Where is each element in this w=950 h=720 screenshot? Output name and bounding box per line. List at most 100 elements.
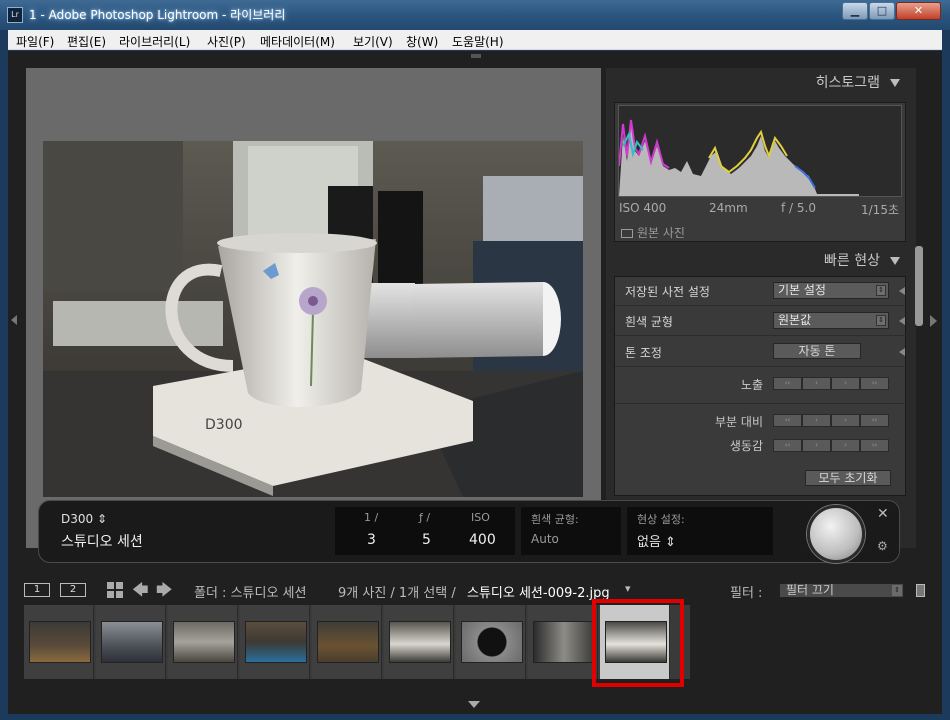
original-photo-toggle[interactable]: 원본 사진 bbox=[621, 224, 685, 241]
clarity-up-large[interactable]: ›› bbox=[860, 414, 889, 427]
clarity-down-small[interactable]: ‹ bbox=[802, 414, 831, 427]
right-panel-scrollbar[interactable] bbox=[915, 246, 923, 326]
filmstrip-thumbnail[interactable] bbox=[168, 605, 238, 679]
menu-library[interactable]: 라이브러리(L) bbox=[119, 33, 190, 50]
filmstrip-thumbnail[interactable] bbox=[528, 605, 598, 679]
checkbox-icon[interactable] bbox=[621, 229, 633, 238]
grid-view-icon[interactable] bbox=[107, 582, 123, 598]
saved-preset-label: 저장된 사전 설정 bbox=[625, 285, 710, 299]
histogram-header[interactable]: 히스토그램 bbox=[606, 68, 906, 98]
tethered-capture-hud: D300 ⇕ 스튜디오 세션 1 / 3 ƒ / 5 ISO 400 흰색 균형… bbox=[38, 500, 900, 563]
maximize-button[interactable]: □ bbox=[869, 2, 895, 20]
filmstrip-thumbnail[interactable] bbox=[384, 605, 454, 679]
filmstrip-thumbnail[interactable] bbox=[96, 605, 166, 679]
minimize-icon: ▁ bbox=[850, 4, 860, 17]
filename-dropdown-icon[interactable]: ▾ bbox=[625, 582, 631, 595]
gear-icon[interactable]: ⚙ bbox=[877, 539, 888, 553]
vibrance-up-small[interactable]: › bbox=[831, 439, 860, 452]
tone-control-row: 톤 조정 자동 톤 bbox=[615, 338, 907, 367]
main-photo-image: D300 bbox=[43, 141, 583, 497]
vibrance-down-large[interactable]: ‹‹ bbox=[773, 439, 802, 452]
hud-dev-label: 현상 설정: bbox=[637, 513, 685, 526]
white-balance-label: 흰색 균형 bbox=[625, 315, 673, 329]
menu-window[interactable]: 창(W) bbox=[406, 33, 438, 50]
arrow-left-icon[interactable]: 🡄 bbox=[132, 579, 149, 606]
close-icon[interactable]: ✕ bbox=[877, 506, 889, 522]
develop-settings-select[interactable]: 없음 ⇕ bbox=[637, 531, 676, 550]
auto-tone-button[interactable]: 자동 톤 bbox=[773, 343, 861, 359]
folder-source-label[interactable]: 폴더 : 스튜디오 세션 bbox=[194, 582, 306, 601]
expand-triangle-icon[interactable] bbox=[899, 348, 905, 356]
menu-help[interactable]: 도움말(H) bbox=[452, 33, 504, 50]
main-photo: D300 bbox=[43, 141, 583, 497]
clarity-up-small[interactable]: › bbox=[831, 414, 860, 427]
aperture-label: ƒ / bbox=[419, 511, 431, 524]
exposure-down-small[interactable]: ‹ bbox=[802, 377, 831, 390]
bottom-panel-toggle-icon[interactable] bbox=[468, 701, 480, 708]
close-button[interactable]: ✕ bbox=[896, 2, 941, 20]
left-panel-toggle-icon[interactable] bbox=[11, 315, 17, 325]
exposure-down-large[interactable]: ‹‹ bbox=[773, 377, 802, 390]
filter-select[interactable]: 필터 끄기 ⇕ bbox=[779, 583, 904, 598]
white-balance-select[interactable]: 원본값 ⇕ bbox=[773, 312, 889, 329]
thumbnail-image bbox=[29, 621, 91, 663]
reset-all-button[interactable]: 모두 초기화 bbox=[805, 470, 891, 486]
camera-select[interactable]: D300 ⇕ bbox=[61, 512, 107, 526]
filter-lock-icon[interactable] bbox=[916, 584, 925, 597]
window-title: 1 - Adobe Photoshop Lightroom - 라이브러리 bbox=[29, 8, 286, 22]
filmstrip-thumbnail[interactable] bbox=[240, 605, 310, 679]
current-filename[interactable]: 스튜디오 세션-009-2.jpg bbox=[467, 582, 610, 601]
collapse-triangle-icon[interactable] bbox=[890, 257, 900, 265]
capture-shutter-button[interactable] bbox=[807, 505, 865, 563]
menu-file[interactable]: 파일(F) bbox=[16, 33, 54, 50]
menu-metadata[interactable]: 메타데이터(M) bbox=[260, 33, 335, 50]
menu-edit[interactable]: 편집(E) bbox=[67, 33, 106, 50]
histogram-iso: ISO 400 bbox=[619, 201, 667, 215]
exposure-up-small[interactable]: › bbox=[831, 377, 860, 390]
loupe-view: D300 bbox=[26, 68, 601, 548]
session-name: 스튜디오 세션 bbox=[61, 534, 143, 550]
menu-photo[interactable]: 사진(P) bbox=[207, 33, 246, 50]
thumbnail-image bbox=[461, 621, 523, 663]
window-titlebar: Lr 1 - Adobe Photoshop Lightroom - 라이브러리… bbox=[0, 0, 950, 30]
iso-value: 400 bbox=[469, 532, 496, 548]
original-photo-label: 원본 사진 bbox=[637, 226, 685, 240]
expand-triangle-icon[interactable] bbox=[899, 317, 905, 325]
histogram-aperture: f / 5.0 bbox=[781, 201, 816, 215]
arrow-right-icon[interactable]: 🡆 bbox=[156, 579, 173, 606]
filmstrip-thumbnail[interactable] bbox=[24, 605, 94, 679]
white-balance-row: 흰색 균형 원본값 ⇕ bbox=[615, 307, 907, 336]
clarity-label: 부분 대비 bbox=[715, 415, 763, 429]
exposure-up-large[interactable]: ›› bbox=[860, 377, 889, 390]
thumbnail-image bbox=[173, 621, 235, 663]
iso-label: ISO bbox=[471, 511, 490, 524]
histogram-curve bbox=[618, 119, 859, 196]
vibrance-down-small[interactable]: ‹ bbox=[802, 439, 831, 452]
menubar: 파일(F) 편집(E) 라이브러리(L) 사진(P) 메타데이터(M) 보기(V… bbox=[8, 30, 942, 50]
filmstrip-thumbnail[interactable] bbox=[312, 605, 382, 679]
primary-monitor-button[interactable]: 1 bbox=[24, 583, 50, 597]
filmstrip-thumbnail[interactable] bbox=[456, 605, 526, 679]
maximize-icon: □ bbox=[876, 4, 888, 17]
saved-preset-select[interactable]: 기본 설정 ⇕ bbox=[773, 282, 889, 299]
shutter-value: 3 bbox=[367, 532, 376, 548]
collapse-triangle-icon[interactable] bbox=[890, 79, 900, 87]
aperture-value: 5 bbox=[422, 532, 431, 548]
vibrance-up-large[interactable]: ›› bbox=[860, 439, 889, 452]
expand-triangle-icon[interactable] bbox=[899, 287, 905, 295]
lightroom-app-icon: Lr bbox=[7, 7, 23, 23]
photo-count: 9개 사진 / 1개 선택 / bbox=[338, 586, 456, 601]
filter-value: 필터 끄기 bbox=[786, 583, 834, 597]
histogram-panel: ISO 400 24mm f / 5.0 1/15초 원본 사진 bbox=[614, 102, 906, 242]
histogram-title: 히스토그램 bbox=[815, 75, 880, 91]
vibrance-stepper: ‹‹ ‹ › ›› bbox=[773, 439, 889, 452]
clarity-down-large[interactable]: ‹‹ bbox=[773, 414, 802, 427]
minimize-button[interactable]: ▁ bbox=[842, 2, 868, 20]
divider bbox=[615, 403, 907, 404]
secondary-monitor-button[interactable]: 2 bbox=[60, 583, 86, 597]
menu-view[interactable]: 보기(V) bbox=[353, 33, 393, 50]
right-panel-toggle-icon[interactable] bbox=[930, 315, 937, 327]
histogram-graph bbox=[618, 105, 902, 197]
quick-develop-header[interactable]: 빠른 현상 bbox=[606, 246, 906, 276]
top-panel-toggle[interactable] bbox=[471, 54, 481, 58]
